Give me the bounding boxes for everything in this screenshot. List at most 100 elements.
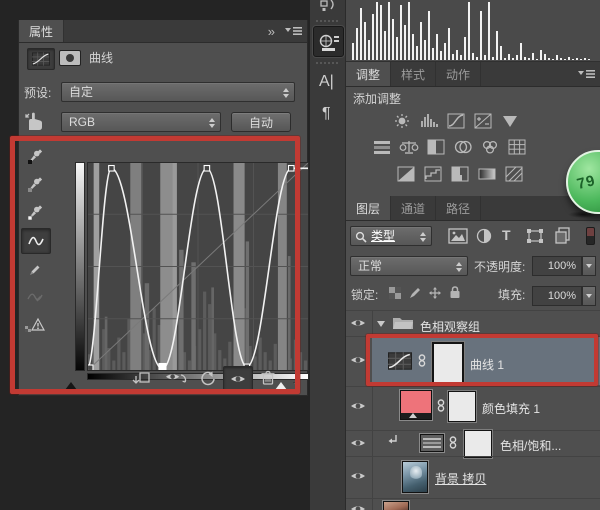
exposure-icon[interactable] xyxy=(471,112,495,130)
layer-mask-icon[interactable] xyxy=(59,50,81,66)
invert-icon[interactable] xyxy=(394,165,418,183)
channel-mixer-icon[interactable] xyxy=(478,138,502,156)
white-point-eyedropper-icon[interactable] xyxy=(21,200,49,224)
layer-name-curves[interactable]: 曲线 1 xyxy=(470,356,504,373)
filter-adjustment-layers-icon[interactable] xyxy=(476,228,492,244)
paragraph-panel-icon[interactable]: ¶ xyxy=(322,106,331,121)
fill-dropdown-arrow[interactable] xyxy=(582,286,596,306)
tab-properties[interactable]: 属性 xyxy=(19,20,64,42)
clip-to-layer-icon[interactable] xyxy=(131,370,153,388)
layer-mask-thumbnail[interactable] xyxy=(448,391,476,422)
layer-visibility-eye-icon[interactable] xyxy=(350,503,366,510)
layer-name-hue-saturation[interactable]: 色相/饱和... xyxy=(500,437,561,454)
black-white-icon[interactable] xyxy=(424,138,448,156)
panel-dock-strip: A| ¶ xyxy=(310,0,346,510)
preset-dropdown[interactable]: 自定 xyxy=(61,82,295,102)
panel-resize-grip[interactable]: ∴ xyxy=(293,376,300,387)
collapse-panel-icon[interactable]: » xyxy=(263,20,280,42)
black-point-eyedropper-icon[interactable] xyxy=(21,144,49,168)
dock-panel-icon-partial[interactable] xyxy=(318,0,338,14)
color-balance-icon[interactable] xyxy=(397,138,421,156)
lock-all-icon[interactable] xyxy=(448,285,462,300)
filter-on-off-toggle[interactable] xyxy=(586,227,595,245)
curves-layer-thumbnail[interactable] xyxy=(388,352,412,370)
image-layer-thumbnail-partial[interactable] xyxy=(383,501,409,510)
tab-styles[interactable]: 样式 xyxy=(391,62,436,86)
gray-point-eyedropper-icon[interactable] xyxy=(21,172,49,196)
mask-link-chain-icon[interactable] xyxy=(418,354,426,367)
properties-tabbar: 属性 » xyxy=(19,20,307,43)
reset-adjustment-icon[interactable] xyxy=(199,370,217,388)
tab-layers[interactable]: 图层 xyxy=(346,196,391,220)
edit-points-curve-tool-icon[interactable] xyxy=(21,228,51,254)
channel-dropdown[interactable]: RGB xyxy=(61,112,221,132)
levels-icon[interactable] xyxy=(417,112,441,130)
layer-visibility-eye-icon[interactable] xyxy=(350,437,366,449)
tab-channels[interactable]: 通道 xyxy=(391,196,436,220)
opacity-label: 不透明度: xyxy=(474,260,525,274)
opacity-dropdown-arrow[interactable] xyxy=(582,256,596,276)
curves-icon[interactable] xyxy=(444,112,468,130)
dock-gripper[interactable] xyxy=(316,62,340,64)
tab-paths[interactable]: 路径 xyxy=(436,196,481,220)
layer-name-background-copy[interactable]: 背景 拷贝 xyxy=(435,470,486,487)
row-divider xyxy=(346,386,600,387)
group-expand-icon[interactable] xyxy=(377,321,385,327)
tab-adjustments[interactable]: 调整 xyxy=(346,62,391,86)
panel-menu-icon[interactable] xyxy=(280,20,307,42)
gradient-map-icon[interactable] xyxy=(475,165,499,183)
brightness-contrast-icon[interactable] xyxy=(390,112,414,130)
vibrance-icon[interactable] xyxy=(498,112,522,130)
filter-type-dropdown[interactable]: 类型 xyxy=(350,226,432,246)
layer-visibility-eye-icon[interactable] xyxy=(350,354,366,366)
photo-filter-icon[interactable] xyxy=(451,138,475,156)
clipping-warning-icon[interactable] xyxy=(21,312,49,336)
posterize-icon[interactable] xyxy=(421,165,445,183)
character-panel-icon[interactable]: A| xyxy=(319,74,334,89)
properties-panel: 属性 » 曲线 预设: xyxy=(18,20,308,396)
layer-visibility-eye-icon[interactable] xyxy=(350,317,366,329)
photoshop-workspace: 属性 » 曲线 预设: xyxy=(0,0,600,510)
counter-badge-text: 79 xyxy=(575,172,597,193)
auto-button[interactable]: 自动 xyxy=(231,112,291,132)
blend-mode-dropdown[interactable]: 正常 xyxy=(350,256,468,276)
filter-shape-layers-icon[interactable] xyxy=(526,228,544,244)
layer-visibility-eye-icon[interactable] xyxy=(350,470,366,482)
dropdown-arrows-icon xyxy=(283,88,289,98)
mask-link-chain-icon[interactable] xyxy=(437,399,445,412)
fill-value[interactable]: 100% xyxy=(532,286,582,306)
smooth-curve-icon[interactable] xyxy=(21,284,49,308)
opacity-value[interactable]: 100% xyxy=(532,256,582,276)
tab-actions[interactable]: 动作 xyxy=(436,62,481,86)
layer-mask-thumbnail[interactable] xyxy=(464,430,492,458)
targeted-adjustment-icon[interactable] xyxy=(23,110,47,134)
mask-link-chain-icon[interactable] xyxy=(449,436,457,449)
filter-smart-object-icon[interactable] xyxy=(554,227,572,244)
view-previous-state-icon[interactable] xyxy=(165,371,189,387)
layer-visibility-eye-icon[interactable] xyxy=(350,400,366,412)
adjustment-layer-thumbnail[interactable] xyxy=(420,434,444,452)
black-input-slider[interactable] xyxy=(65,382,77,390)
lock-pixels-brush-icon[interactable] xyxy=(408,286,422,300)
layer-visibility-toggle[interactable] xyxy=(223,366,253,392)
image-layer-thumbnail[interactable] xyxy=(402,461,428,493)
layer-mask-thumbnail[interactable] xyxy=(432,342,464,384)
layer-name-group[interactable]: 色相观察组 xyxy=(420,318,480,335)
filter-type-layers-icon[interactable]: T xyxy=(502,227,511,243)
panel-menu-icon[interactable] xyxy=(573,62,600,86)
layer-name-fill[interactable]: 颜色填充 1 xyxy=(482,400,540,417)
dock-panel-icon-active[interactable] xyxy=(313,26,344,57)
pencil-curve-tool-icon[interactable] xyxy=(21,258,49,282)
selective-color-icon[interactable] xyxy=(502,165,526,183)
filter-type-value: 类型 xyxy=(371,229,395,243)
dock-gripper[interactable] xyxy=(316,20,340,22)
color-lookup-icon[interactable] xyxy=(505,138,529,156)
hue-saturation-icon[interactable] xyxy=(370,138,394,156)
curves-graph[interactable] xyxy=(87,162,309,371)
threshold-icon[interactable] xyxy=(448,165,472,183)
lock-transparency-icon[interactable] xyxy=(388,286,402,300)
fill-color-thumbnail[interactable] xyxy=(400,390,432,420)
lock-position-icon[interactable] xyxy=(428,286,442,300)
delete-adjustment-icon[interactable] xyxy=(259,369,277,387)
filter-image-layers-icon[interactable] xyxy=(448,228,468,244)
